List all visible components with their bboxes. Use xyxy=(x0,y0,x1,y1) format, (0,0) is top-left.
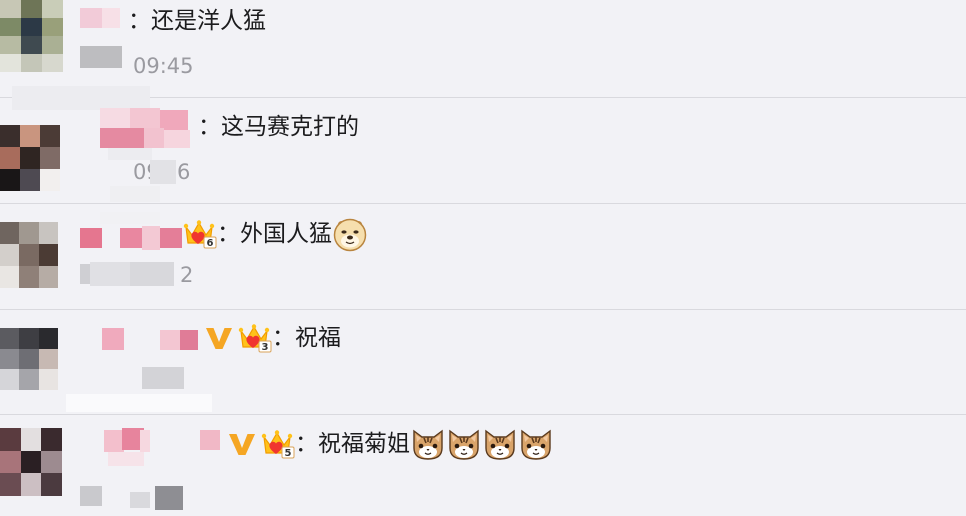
mosaic-pixel xyxy=(40,125,60,147)
comment-timestamp-fragment: 6 xyxy=(177,160,191,184)
cat-emoji xyxy=(449,429,479,460)
avatar[interactable] xyxy=(0,428,62,496)
comment-row[interactable]: 3 ：祝福 xyxy=(0,309,966,414)
mosaic-pixel xyxy=(0,18,21,36)
mosaic-pixel xyxy=(19,328,39,349)
avatar[interactable] xyxy=(0,0,63,72)
avatar[interactable] xyxy=(0,125,60,191)
mosaic-pixel xyxy=(21,0,42,18)
mosaic-pixel xyxy=(0,450,21,474)
mosaic-pixel xyxy=(20,450,42,474)
comment-text: ：这马赛克打的 xyxy=(198,114,359,140)
row-divider xyxy=(0,97,966,98)
verified-v-icon xyxy=(229,434,255,455)
mosaic-pixel xyxy=(0,125,20,147)
comment-text: ：还是洋人猛 xyxy=(128,8,266,34)
avatar[interactable] xyxy=(0,328,58,390)
mosaic-pixel xyxy=(19,348,39,370)
row-divider xyxy=(0,309,966,310)
comment-line: ：这马赛克打的 xyxy=(198,112,359,142)
avatar[interactable] xyxy=(0,222,58,288)
comment-timestamp-fragment: 2 xyxy=(180,263,194,287)
mosaic-pixel xyxy=(42,18,63,36)
mosaic-pixel xyxy=(41,473,62,496)
verified-v-icon xyxy=(206,328,232,349)
mosaic-pixel xyxy=(0,369,20,390)
fan-badge-level: 3 xyxy=(262,342,269,353)
mosaic-pixel xyxy=(0,428,21,451)
mosaic-pixel xyxy=(20,147,40,169)
mosaic-pixel xyxy=(0,328,20,349)
row-divider xyxy=(0,203,966,204)
mosaic-pixel xyxy=(38,328,58,349)
mosaic-pixel xyxy=(38,369,58,390)
mosaic-pixel xyxy=(21,18,42,36)
mosaic-pixel xyxy=(38,222,58,244)
cat-emoji xyxy=(485,429,515,460)
mosaic-pixel xyxy=(0,348,20,370)
mosaic-pixel xyxy=(0,473,21,496)
cat-emoji xyxy=(413,429,443,460)
crown-heart-badge-icon[interactable]: 5 xyxy=(261,429,295,459)
mosaic-pixel xyxy=(0,36,21,54)
mosaic-pixel xyxy=(38,348,58,370)
comment-line: 6 ：外国人猛 xyxy=(183,216,368,252)
mosaic-pixel xyxy=(41,450,62,474)
mosaic-pixel xyxy=(19,244,39,266)
doge-emoji xyxy=(333,218,367,252)
mosaic-pixel xyxy=(41,428,62,451)
comment-timestamp-fragment: 09 xyxy=(133,160,160,184)
mosaic-pixel xyxy=(42,0,63,18)
comment-line: ：还是洋人猛 xyxy=(128,6,266,36)
comment-text: ：外国人猛 xyxy=(217,221,332,247)
fan-badge-level: 5 xyxy=(285,448,292,459)
fan-badge-level: 6 xyxy=(207,238,214,249)
mosaic-pixel xyxy=(20,473,42,496)
mosaic-pixel xyxy=(0,222,20,244)
mosaic-pixel xyxy=(42,36,63,54)
comment-row[interactable]: 5 ：祝福菊姐 xyxy=(0,414,966,516)
mosaic-pixel xyxy=(20,428,42,451)
mosaic-pixel xyxy=(40,169,60,191)
comment-timestamp: 09:45 xyxy=(133,54,194,78)
comment-row[interactable]: ：还是洋人猛 09:45 xyxy=(0,0,966,97)
mosaic-pixel xyxy=(0,266,20,288)
comment-line: 3 ：祝福 xyxy=(205,323,341,353)
comment-line: 5 ：祝福菊姐 xyxy=(228,426,554,462)
mosaic-pixel xyxy=(20,125,40,147)
mosaic-pixel xyxy=(20,169,40,191)
comment-text: ：祝福 xyxy=(272,325,341,351)
mosaic-pixel xyxy=(42,54,63,72)
mosaic-pixel xyxy=(19,369,39,390)
comment-row[interactable]: 6 ：外国人猛 2 xyxy=(0,203,966,309)
mosaic-pixel xyxy=(0,54,21,72)
mosaic-pixel xyxy=(21,54,42,72)
cat-emoji xyxy=(521,429,551,460)
mosaic-pixel xyxy=(21,36,42,54)
crown-heart-badge-icon[interactable]: 3 xyxy=(238,323,272,353)
row-divider xyxy=(0,414,966,415)
comment-row[interactable]: ：这马赛克打的 09 6 xyxy=(0,97,966,203)
mosaic-pixel xyxy=(38,244,58,266)
mosaic-pixel xyxy=(19,222,39,244)
mosaic-pixel xyxy=(0,0,21,18)
mosaic-pixel xyxy=(40,147,60,169)
mosaic-pixel xyxy=(0,147,20,169)
mosaic-pixel xyxy=(19,266,39,288)
mosaic-pixel xyxy=(0,169,20,191)
mosaic-pixel xyxy=(0,244,20,266)
crown-heart-badge-icon[interactable]: 6 xyxy=(183,219,217,249)
mosaic-pixel xyxy=(38,266,58,288)
comment-text: ：祝福菊姐 xyxy=(295,431,410,457)
